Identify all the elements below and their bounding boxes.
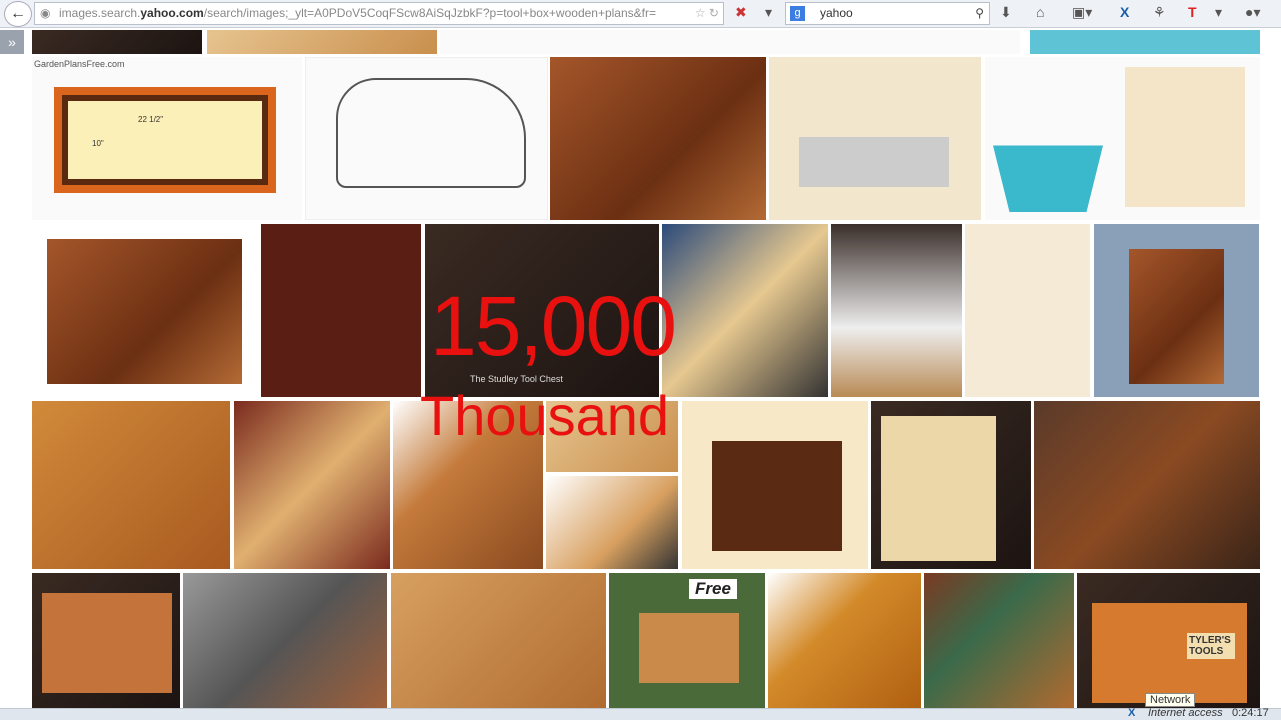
url-path: /search/images;_ylt=A0PDoV5CoqFScw8AiSqJ…: [203, 6, 656, 20]
image-thumbnail[interactable]: [207, 30, 437, 54]
image-thumbnail[interactable]: [32, 573, 180, 708]
image-thumbnail[interactable]: [965, 224, 1090, 397]
dimension-width-label: 22 1/2": [138, 115, 164, 124]
bookmarks-icon[interactable]: ▣▾: [1072, 4, 1092, 21]
download-icon[interactable]: ⬇: [1000, 4, 1012, 21]
image-thumbnail[interactable]: [546, 476, 678, 569]
image-caption: The Studley Tool Chest: [470, 374, 563, 384]
search-engine-icon[interactable]: g: [790, 6, 805, 21]
status-bar: X Internet access 0:24:17: [0, 707, 1281, 720]
expand-sidebar-button[interactable]: »: [0, 30, 24, 54]
image-thumbnail[interactable]: [305, 57, 548, 220]
plan-drawing: 22 1/2" 10": [54, 87, 276, 193]
image-thumbnail[interactable]: Free: [609, 573, 765, 708]
image-thumbnail[interactable]: [1034, 401, 1260, 569]
toolbox-render: [993, 145, 1103, 212]
plan-panel: 22 1/2" 10": [62, 95, 268, 185]
address-bar[interactable]: ◉ images.search.yahoo.com/search/images;…: [34, 2, 724, 25]
image-thumbnail[interactable]: [682, 401, 868, 569]
dropdown-icon[interactable]: ▾: [1215, 4, 1222, 21]
open-toolcase: [42, 593, 172, 693]
image-thumbnail[interactable]: [393, 401, 543, 569]
image-thumbnail[interactable]: [234, 401, 390, 569]
image-thumbnail[interactable]: [550, 57, 766, 220]
wooden-chest: [1129, 249, 1224, 384]
x-addon-icon[interactable]: X: [1120, 4, 1129, 20]
image-thumbnail[interactable]: TYLER'S TOOLS: [1077, 573, 1260, 708]
toolbox-drawing: [336, 78, 526, 188]
image-thumbnail[interactable]: [183, 573, 387, 708]
image-thumbnail[interactable]: [546, 401, 678, 472]
image-thumbnail[interactable]: [831, 224, 962, 397]
network-status: Internet access: [1148, 707, 1223, 719]
dimension-height-label: 10": [92, 139, 104, 148]
clock: 0:24:17: [1232, 707, 1269, 719]
image-thumbnail[interactable]: [1030, 30, 1260, 54]
url-prefix: images.search.: [59, 6, 141, 20]
url-domain: yahoo.com: [140, 6, 204, 20]
image-thumbnail[interactable]: The Studley Tool Chest: [425, 224, 659, 397]
image-thumbnail[interactable]: [768, 573, 921, 708]
dropdown-icon[interactable]: ▾: [765, 4, 772, 21]
search-input[interactable]: g yahoo ⚲: [785, 2, 990, 25]
image-thumbnail[interactable]: [32, 30, 202, 54]
image-thumbnail[interactable]: GardenPlansFree.com 22 1/2" 10": [32, 57, 302, 220]
wooden-caddy: [712, 441, 842, 551]
image-thumbnail[interactable]: [662, 224, 828, 397]
image-thumbnail[interactable]: [32, 401, 230, 569]
image-thumbnail[interactable]: [440, 30, 1020, 54]
globe-icon: ◉: [40, 6, 51, 20]
network-tooltip: Network: [1145, 693, 1196, 707]
search-icon[interactable]: ⚲: [975, 3, 984, 24]
home-icon[interactable]: ⌂: [1036, 4, 1044, 20]
image-thumbnail[interactable]: [769, 57, 981, 220]
browser-toolbar: ← ◉ images.search.yahoo.com/search/image…: [0, 0, 1281, 28]
exploded-diagram: [1125, 67, 1245, 207]
image-caption: GardenPlansFree.com: [34, 59, 125, 69]
search-value: yahoo: [820, 6, 853, 20]
back-button[interactable]: ←: [4, 1, 32, 27]
menu-icon[interactable]: ●▾: [1245, 4, 1260, 21]
drawer-chest: [881, 416, 996, 561]
image-thumbnail[interactable]: [924, 573, 1074, 708]
tool-tote: [639, 613, 739, 683]
image-thumbnail[interactable]: [32, 224, 258, 397]
stop-icon[interactable]: ✖: [735, 4, 747, 21]
image-thumbnail[interactable]: [391, 573, 606, 708]
image-thumbnail[interactable]: [871, 401, 1031, 569]
image-thumbnail[interactable]: [985, 57, 1260, 220]
network-icon[interactable]: X: [1128, 707, 1135, 719]
t-addon-icon[interactable]: T: [1188, 4, 1197, 20]
image-thumbnail[interactable]: [1094, 224, 1259, 397]
image-thumbnail[interactable]: [261, 224, 421, 397]
free-badge: Free: [689, 579, 737, 599]
wooden-chest: [47, 239, 242, 384]
tylers-tools-sign: TYLER'S TOOLS: [1187, 633, 1235, 659]
addon-icon[interactable]: ⚘: [1153, 4, 1166, 21]
bookmark-star-icon[interactable]: ☆ ↻: [695, 3, 719, 24]
bench-shelf: [799, 137, 949, 187]
